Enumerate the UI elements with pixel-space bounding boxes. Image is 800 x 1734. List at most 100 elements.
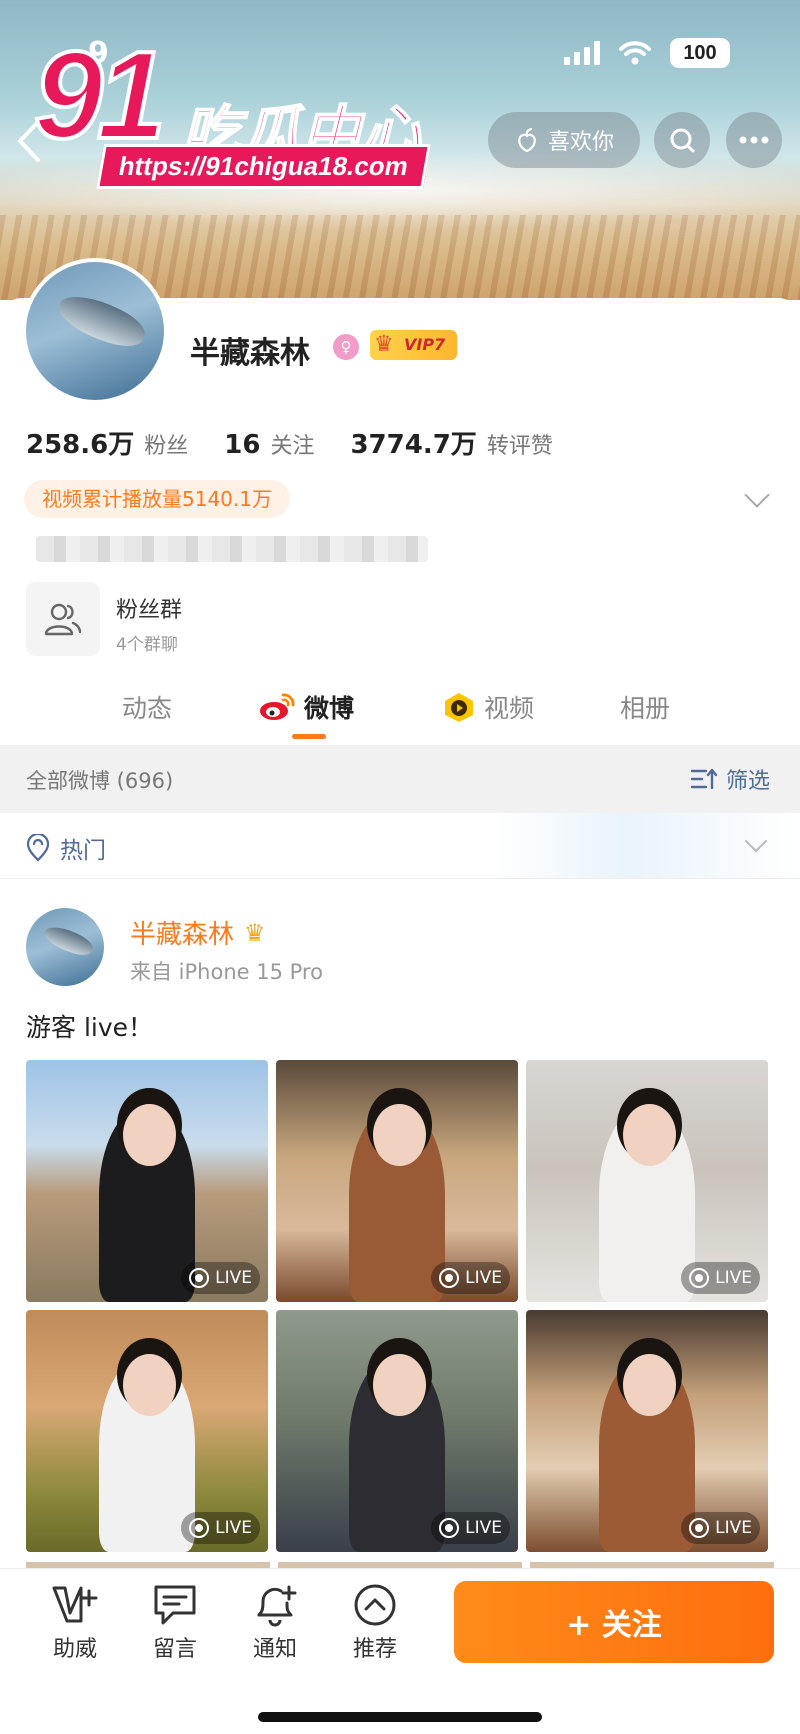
wifi-icon (619, 41, 651, 65)
profile-stats: 258.6万 粉丝 16 关注 3774.7万 转评赞 (26, 424, 553, 461)
filter-label: 筛选 (725, 769, 770, 794)
live-label: LIVE (215, 1268, 252, 1288)
live-icon (189, 1518, 210, 1538)
profile-avatar[interactable] (22, 258, 168, 404)
stat-label: 转评赞 (486, 434, 553, 459)
female-icon: ♀ (333, 334, 359, 360)
blurred-bio (36, 536, 428, 562)
recommend-label: 推荐 (352, 1637, 397, 1662)
stat-following[interactable]: 16 关注 (224, 428, 314, 460)
cheer-label: 助威 (52, 1637, 97, 1662)
fan-group-icon[interactable] (26, 582, 100, 656)
stat-value: 16 (224, 430, 261, 460)
watermark-logo: 91 吃瓜中心 https://91chigua18.com (32, 27, 431, 194)
up-circle-icon (354, 1584, 396, 1626)
stat-value: 3774.7万 (350, 430, 477, 460)
more-button[interactable] (726, 112, 782, 168)
hot-label-button[interactable]: 热门 (26, 831, 106, 865)
peach-icon (518, 127, 536, 153)
cellular-signal-icon (564, 41, 600, 65)
watermark-url: https://91chigua18.com (96, 144, 431, 189)
live-badge: LIVE (431, 1262, 510, 1294)
live-badge: LIVE (681, 1512, 760, 1544)
filter-icon (690, 768, 718, 790)
post-author-avatar[interactable] (26, 908, 104, 986)
post-photo[interactable]: LIVE (26, 1060, 268, 1302)
person-head (122, 1103, 177, 1167)
dolphin-image (52, 287, 151, 356)
live-badge: LIVE (681, 1262, 760, 1294)
post-photo[interactable]: LIVE (526, 1310, 768, 1552)
post-text: 游客 live！ (26, 1013, 154, 1042)
live-badge: LIVE (181, 1512, 260, 1544)
chat-bubble-icon (154, 1585, 196, 1625)
bottom-action-bar: 助威 留言 通知 推荐 + 关注 (0, 1568, 800, 1734)
post-photo[interactable]: LIVE (26, 1310, 268, 1552)
post-photo[interactable]: LIVE (276, 1310, 518, 1552)
video-play-icon (445, 693, 473, 722)
v-plus-icon (52, 1586, 98, 1623)
filter-button[interactable]: 筛选 (690, 763, 770, 795)
message-label: 留言 (152, 1637, 197, 1662)
live-label: LIVE (215, 1518, 252, 1538)
chevron-down-icon[interactable] (744, 829, 768, 853)
crown-icon: ♛ (244, 918, 266, 947)
crown-icon: ♛ (374, 332, 394, 357)
recommend-button[interactable]: 推荐 (330, 1583, 420, 1663)
post-author-label: 半藏森林 (130, 920, 235, 950)
follow-button[interactable]: + 关注 (454, 1581, 774, 1663)
post-count-label[interactable]: 全部微博 (696) (26, 765, 173, 795)
tab-weibo[interactable]: 微博 (258, 682, 354, 732)
fan-group-title[interactable]: 粉丝群 (116, 592, 182, 624)
person-head (622, 1353, 677, 1417)
tab-label: 微博 (304, 694, 355, 723)
fan-group-subtitle: 4个群聊 (116, 635, 178, 655)
live-icon (439, 1268, 460, 1288)
live-badge: LIVE (181, 1262, 260, 1294)
live-label: LIVE (715, 1268, 752, 1288)
hot-section-bar: 热门 (0, 813, 800, 879)
post-author-name[interactable]: 半藏森林 ♛ (130, 914, 266, 951)
live-icon (689, 1518, 710, 1538)
tab-label: 视频 (484, 694, 535, 723)
tab-album[interactable]: 相册 (620, 682, 670, 732)
live-badge: LIVE (431, 1512, 510, 1544)
location-pin-icon (26, 834, 50, 862)
more-dots-icon (739, 136, 769, 144)
post-photo[interactable]: LIVE (526, 1060, 768, 1302)
like-you-button[interactable]: 喜欢你 (488, 112, 640, 168)
live-icon (439, 1518, 460, 1538)
stat-value: 258.6万 (26, 430, 135, 460)
message-button[interactable]: 留言 (130, 1583, 220, 1663)
post-photo[interactable]: LIVE (276, 1060, 518, 1302)
live-icon (189, 1268, 210, 1288)
watermark-number: 91 (32, 27, 168, 165)
vip-badge[interactable]: ♛ VIP7 (370, 330, 458, 360)
dolphin-image (41, 922, 97, 961)
notify-label: 通知 (252, 1637, 297, 1662)
vip-label: VIP7 (404, 335, 446, 354)
battery-indicator: 100 (670, 38, 730, 68)
stat-interactions[interactable]: 3774.7万 转评赞 (350, 424, 552, 461)
profile-name: 半藏森林 (190, 336, 310, 371)
notify-button[interactable]: 通知 (230, 1583, 320, 1663)
people-icon (44, 603, 82, 636)
post-source: 来自 iPhone 15 Pro (130, 960, 323, 984)
filter-bar: 全部微博 (696) 筛选 (0, 745, 800, 813)
profile-tabs: 动态 微博 视频 相册 (0, 682, 800, 742)
home-indicator (258, 1712, 542, 1722)
tab-feed[interactable]: 动态 (122, 682, 172, 732)
video-plays-pill[interactable]: 视频累计播放量5140.1万 (24, 480, 290, 518)
photo-grid: LIVE LIVE LIVE LIVE LIVE LIVE (26, 1060, 774, 1552)
hot-label: 热门 (60, 838, 106, 864)
live-label: LIVE (715, 1518, 752, 1538)
stat-label: 关注 (270, 434, 315, 459)
cheer-button[interactable]: 助威 (30, 1583, 120, 1663)
stat-followers[interactable]: 258.6万 粉丝 (26, 424, 188, 461)
bell-plus-icon (257, 1585, 297, 1627)
weibo-icon (260, 693, 295, 720)
search-icon (670, 128, 695, 153)
tab-video[interactable]: 视频 (442, 682, 534, 732)
search-button[interactable] (654, 112, 710, 168)
active-tab-indicator (292, 734, 326, 739)
